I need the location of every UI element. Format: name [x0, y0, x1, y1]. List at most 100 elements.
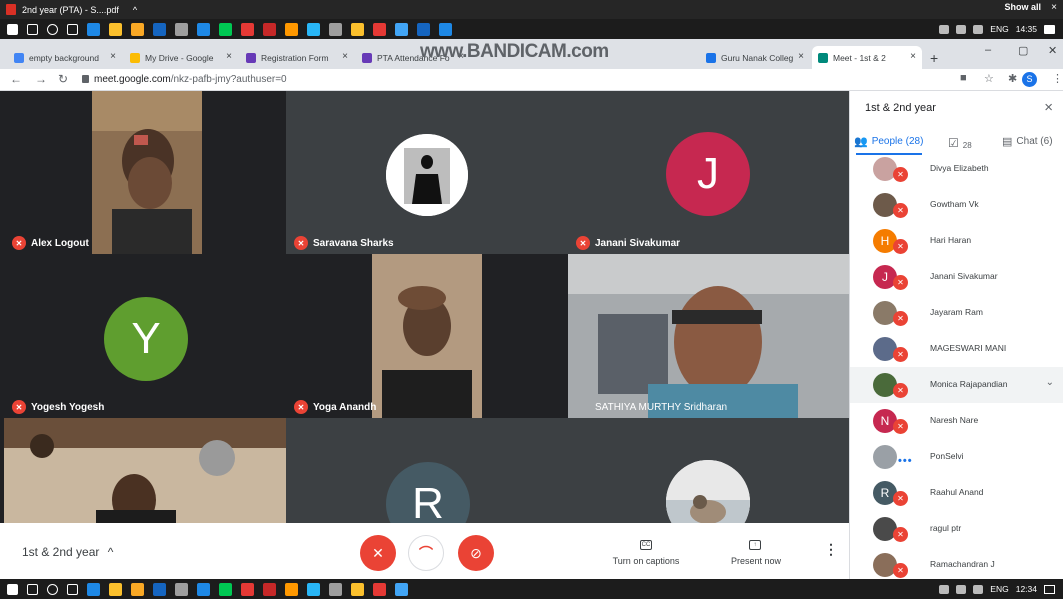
tray-icon[interactable] [973, 584, 984, 594]
extensions-icon[interactable]: ✱ [1008, 72, 1017, 85]
participant-tile[interactable]: ✕ Yoga Anandh [286, 254, 568, 418]
more-options-icon[interactable]: ⋮ [824, 541, 838, 558]
back-icon[interactable]: ← [10, 72, 22, 86]
lock-icon[interactable] [82, 75, 89, 83]
tab-chat[interactable]: ▤ Chat (6) [1002, 135, 1053, 148]
windows-start-icon[interactable] [7, 23, 18, 35]
app-icon[interactable] [417, 22, 430, 36]
tray-icon[interactable] [939, 584, 950, 594]
captions-button[interactable]: Turn on captions [606, 556, 686, 566]
menu-icon[interactable]: ⋮ [1052, 72, 1063, 85]
app-icon[interactable] [263, 22, 276, 36]
search-icon[interactable] [27, 583, 38, 595]
participant-tile[interactable]: J ✕ Janani Sivakumar [568, 91, 849, 254]
show-all-button[interactable]: Show all [1004, 2, 1041, 12]
app-icon[interactable] [439, 22, 452, 36]
browser-tab[interactable]: My Drive - Google × [124, 46, 238, 69]
tab-people[interactable]: 👥 People (28) [854, 135, 923, 148]
app-icon[interactable] [351, 582, 364, 596]
tab-close-icon[interactable]: × [342, 51, 348, 62]
app-icon[interactable] [395, 582, 408, 596]
participant-list-item[interactable]: H ✕ Hari Haran [850, 223, 1063, 259]
participant-list-item[interactable]: ••• PonSelvi [850, 439, 1063, 475]
store-icon[interactable] [131, 582, 144, 596]
app-icon[interactable] [285, 582, 298, 596]
participant-list-item[interactable]: ✕ MAGESWARI MANI [850, 331, 1063, 367]
tray-icon[interactable] [956, 24, 967, 34]
tab-close-icon[interactable]: × [110, 51, 116, 62]
cortana-icon[interactable] [47, 583, 58, 595]
task-view-icon[interactable] [67, 23, 78, 35]
participant-tile[interactable]: SATHIYA MURTHY Sridharan [568, 254, 849, 418]
reload-icon[interactable]: ↻ [58, 72, 68, 86]
chevron-down-icon[interactable]: ⌄ [1046, 377, 1054, 388]
participant-tile[interactable]: ✕ Alex Logout [4, 91, 286, 254]
edge-icon[interactable] [87, 582, 100, 596]
task-view-icon[interactable] [67, 583, 78, 595]
app-icon[interactable] [395, 22, 408, 36]
app-icon[interactable] [219, 22, 232, 36]
close-window-icon[interactable]: ✕ [1048, 44, 1057, 57]
mic-off-button[interactable]: ✕ [360, 535, 396, 571]
participant-list-item[interactable]: ✕ Divya Elizabeth [850, 151, 1063, 187]
present-icon[interactable]: ↑ [749, 540, 761, 550]
app-icon[interactable] [197, 582, 210, 596]
app-icon[interactable] [351, 22, 364, 36]
app-icon[interactable] [241, 582, 254, 596]
participant-list-item[interactable]: N ✕ Naresh Nare [850, 403, 1063, 439]
language-indicator[interactable]: ENG [990, 24, 1008, 34]
leave-call-button[interactable]: ⌒ [408, 535, 444, 571]
file-explorer-icon[interactable] [109, 582, 122, 596]
participant-tile[interactable] [4, 418, 286, 523]
download-file[interactable]: 2nd year (PTA) - S....pdf [22, 5, 119, 15]
app-icon[interactable] [307, 582, 320, 596]
minimize-icon[interactable]: – [985, 44, 991, 56]
participant-tile[interactable] [568, 418, 849, 523]
participant-list-item[interactable]: ✕ ragul ptr [850, 511, 1063, 547]
store-icon[interactable] [131, 22, 144, 36]
participant-list-item[interactable]: ✕ Ramachandran J [850, 547, 1063, 583]
app-icon[interactable] [329, 22, 342, 36]
app-icon[interactable] [373, 22, 386, 36]
clock[interactable]: 12:34 [1016, 584, 1037, 594]
tab-tasks[interactable]: ☑ 28 [948, 135, 972, 151]
participant-list-item[interactable]: R ✕ Raahul Anand [850, 475, 1063, 511]
participant-tile[interactable]: Y ✕ Yogesh Yogesh [4, 254, 286, 418]
browser-tab[interactable]: empty background × [8, 46, 122, 69]
app-icon[interactable] [219, 582, 232, 596]
edge-icon[interactable] [87, 22, 100, 36]
download-caret[interactable]: ^ [133, 5, 137, 15]
participant-tile[interactable]: R [286, 418, 568, 523]
app-icon[interactable] [373, 582, 386, 596]
tray-icon[interactable] [939, 24, 950, 34]
mail-icon[interactable] [153, 22, 166, 36]
close-shelf-icon[interactable]: × [1051, 2, 1057, 13]
app-icon[interactable] [307, 22, 320, 36]
url-field[interactable]: meet.google.com/nkz-pafb-jmy?authuser=0 [94, 74, 287, 85]
meeting-details-button[interactable]: 1st & 2nd year ^ [22, 545, 113, 559]
tab-close-icon[interactable]: × [798, 51, 804, 62]
star-icon[interactable]: ☆ [984, 72, 994, 85]
maximize-icon[interactable]: ▢ [1018, 44, 1028, 57]
participant-list-item[interactable]: ✕ Monica Rajapandian ⌄ [850, 367, 1063, 403]
app-icon[interactable] [285, 22, 298, 36]
tab-close-icon[interactable]: × [910, 51, 916, 62]
browser-tab[interactable]: Meet - 1st & 2 × [812, 46, 922, 69]
mail-icon[interactable] [153, 582, 166, 596]
notification-icon[interactable] [1044, 584, 1055, 594]
app-icon[interactable] [197, 22, 210, 36]
new-tab-button[interactable]: + [924, 46, 938, 69]
language-indicator[interactable]: ENG [990, 584, 1008, 594]
app-icon[interactable] [175, 22, 188, 36]
search-icon[interactable] [27, 23, 38, 35]
app-icon[interactable] [329, 582, 342, 596]
browser-tab[interactable]: Registration Form × [240, 46, 354, 69]
tray-icon[interactable] [956, 584, 967, 594]
camera-off-button[interactable]: ⊘ [458, 535, 494, 571]
app-icon[interactable] [175, 582, 188, 596]
browser-tab[interactable]: Guru Nanak Colleg × [700, 46, 810, 69]
notification-icon[interactable] [1044, 24, 1055, 34]
participant-list-item[interactable]: J ✕ Janani Sivakumar [850, 259, 1063, 295]
participant-tile[interactable]: ✕ Saravana Sharks [286, 91, 568, 254]
windows-start-icon[interactable] [7, 583, 18, 595]
